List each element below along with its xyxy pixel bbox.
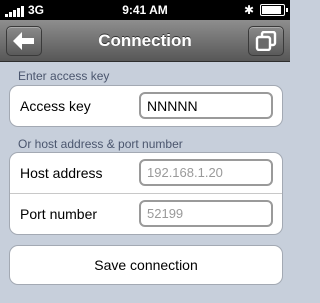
- access-key-label: Access key: [20, 98, 91, 114]
- port-number-label: Port number: [20, 206, 98, 222]
- host-address-row: Host address: [10, 153, 282, 193]
- host-port-group: Host address Port number: [9, 152, 283, 235]
- copy-button[interactable]: [248, 26, 284, 56]
- access-key-input[interactable]: [139, 92, 273, 119]
- host-address-input[interactable]: [139, 159, 273, 186]
- host-address-label: Host address: [20, 165, 103, 181]
- navigation-bar: Connection: [0, 20, 290, 62]
- access-key-row: Access key: [10, 86, 282, 126]
- status-right: ✱: [243, 3, 288, 17]
- page-title: Connection: [98, 31, 192, 50]
- port-number-row: Port number: [10, 193, 282, 234]
- copy-icon: [255, 31, 277, 51]
- section-label-host-port: Or host address & port number: [18, 137, 183, 151]
- access-key-group: Access key: [9, 85, 283, 127]
- battery-icon: [260, 4, 288, 16]
- save-connection-button[interactable]: Save connection: [9, 245, 283, 285]
- port-number-input[interactable]: [139, 200, 273, 227]
- status-bar: 3G 9:41 AM ✱: [0, 0, 290, 20]
- bluetooth-icon: ✱: [243, 3, 254, 17]
- section-label-access-key: Enter access key: [18, 69, 110, 83]
